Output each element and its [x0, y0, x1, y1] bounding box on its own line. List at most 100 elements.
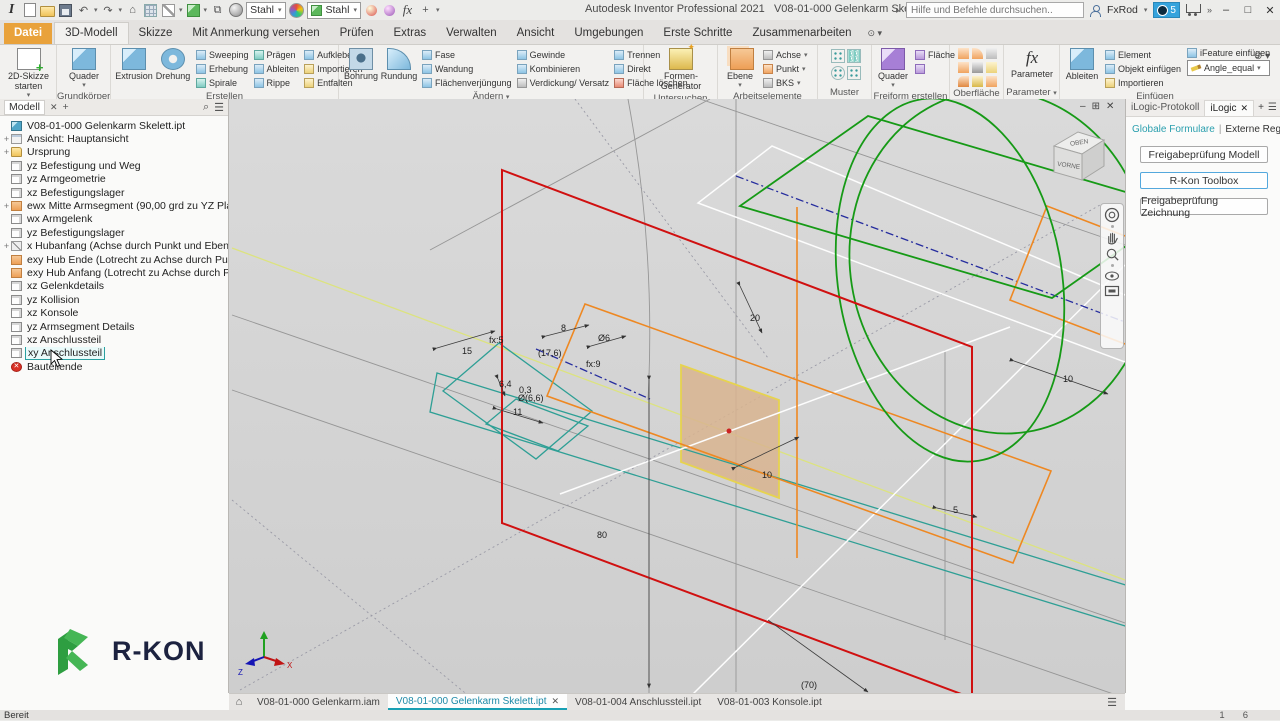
- tree-item[interactable]: xz Anschlussteil: [2, 333, 228, 346]
- sketch-pattern-icon[interactable]: [847, 66, 861, 80]
- appearance-dropdown[interactable]: Stahl▾: [307, 2, 361, 19]
- surface-tool-icon[interactable]: [972, 48, 983, 59]
- ribbon-tab[interactable]: Umgebungen: [564, 23, 653, 44]
- doc-minimize-icon[interactable]: –: [1080, 101, 1086, 112]
- ribbon-small-button[interactable]: Importieren: [1105, 76, 1181, 90]
- ilogic-form-button[interactable]: Freigabeprüfung Modell: [1140, 146, 1268, 163]
- ifeature-einfuegen-button[interactable]: iFeature einfügen: [1187, 48, 1270, 58]
- add-toolbar-button[interactable]: +: [418, 3, 433, 18]
- chevron-down-icon[interactable]: ▾: [436, 6, 440, 14]
- tab-list-menu-icon[interactable]: ☰: [1107, 696, 1117, 709]
- look-at-icon[interactable]: [1104, 285, 1120, 297]
- doc-restore-icon[interactable]: ⊞: [1092, 101, 1100, 112]
- ribbon-small-button[interactable]: Verdickung/ Versatz: [517, 76, 610, 90]
- document-tab[interactable]: V08-01-000 Gelenkarm Skelett.ipt ✕: [388, 694, 567, 710]
- ribbon-small-button[interactable]: Gewinde: [517, 48, 610, 62]
- new-file-button[interactable]: [22, 3, 37, 18]
- ribbon-tab[interactable]: Prüfen: [330, 23, 384, 44]
- app-store-cart-icon[interactable]: [1186, 4, 1201, 13]
- tree-item[interactable]: + Ursprung: [2, 146, 228, 159]
- ableiten-button[interactable]: Ableiten: [1063, 47, 1101, 82]
- extrusion-button[interactable]: Extrusion: [114, 47, 154, 82]
- ribbon-small-button[interactable]: Achse ▾: [763, 48, 808, 62]
- notification-badge[interactable]: 5: [1153, 2, 1180, 18]
- browser-tab-modell[interactable]: Modell: [4, 100, 45, 115]
- material-dropdown[interactable]: Stahl▾: [246, 2, 285, 19]
- primitive-tool-button[interactable]: [186, 3, 201, 18]
- chevron-down-icon[interactable]: ▾: [179, 6, 183, 14]
- ribbon-small-button[interactable]: Fläche: [915, 48, 955, 62]
- close-icon[interactable]: ✕: [50, 102, 58, 113]
- surface-tool-icon[interactable]: [958, 48, 969, 59]
- tree-item[interactable]: xz Befestigungslager: [2, 186, 228, 199]
- overflow-icon[interactable]: »: [1207, 5, 1212, 15]
- document-tab[interactable]: V08-01-003 Konsole.ipt ✕: [709, 694, 830, 710]
- bohrung-button[interactable]: Bohrung: [342, 47, 380, 82]
- doc-close-icon[interactable]: ✕: [1106, 101, 1114, 112]
- ribbon-tab[interactable]: Extras: [384, 23, 437, 44]
- menu-icon[interactable]: ☰: [214, 101, 224, 114]
- ribbon-small-button[interactable]: Wandung: [422, 62, 512, 76]
- tree-item[interactable]: wx Armgelenk: [2, 213, 228, 226]
- ribbon-small-button[interactable]: Spirale: [196, 76, 249, 90]
- ribbon-tab[interactable]: Ansicht: [507, 23, 565, 44]
- maximize-button[interactable]: □: [1240, 4, 1256, 16]
- expander-icon[interactable]: +: [2, 241, 11, 251]
- tree-item[interactable]: xz Konsole: [2, 306, 228, 319]
- redo-button[interactable]: ↷: [101, 3, 116, 18]
- parameters-fx-icon[interactable]: fx: [400, 3, 415, 18]
- chevron-down-icon[interactable]: ▾: [94, 6, 98, 14]
- chevron-down-icon[interactable]: ▾: [1144, 6, 1148, 14]
- navigation-wheel-icon[interactable]: [1104, 207, 1120, 223]
- rectangular-pattern-icon[interactable]: [831, 49, 845, 63]
- close-icon[interactable]: ✕: [1241, 103, 1249, 114]
- surface-tool-icon[interactable]: [972, 76, 983, 87]
- tree-item[interactable]: xz Gelenkdetails: [2, 280, 228, 293]
- ribbon-tab[interactable]: Datei: [4, 23, 52, 44]
- zoom-icon[interactable]: [1105, 247, 1120, 262]
- help-search-input[interactable]: [906, 2, 1084, 18]
- expander-icon[interactable]: +: [2, 201, 11, 211]
- ebene-button[interactable]: Ebene▾: [721, 47, 759, 90]
- ilogic-form-button[interactable]: R-Kon Toolbox: [1140, 172, 1268, 189]
- group-label[interactable]: Ändern ▾: [339, 90, 643, 99]
- save-button[interactable]: [58, 3, 73, 18]
- surface-tool-icon[interactable]: [986, 76, 997, 87]
- sketch-geometry[interactable]: X Z 15fx:58(17,6)Ø6fx:96,40,3Ø(6,6)11201…: [229, 99, 1125, 693]
- ribbon-small-button[interactable]: Fase: [422, 48, 512, 62]
- minimize-button[interactable]: –: [1218, 4, 1234, 16]
- tree-item[interactable]: + ewx Mitte Armsegment (90,00 grd zu YZ …: [2, 199, 228, 212]
- ribbon-tab[interactable]: Zusammenarbeiten: [742, 23, 861, 44]
- tree-item[interactable]: yz Armsegment Details: [2, 320, 228, 333]
- undo-button[interactable]: ↶: [76, 3, 91, 18]
- adjust-appearance-icon[interactable]: [382, 3, 397, 18]
- formen-generator-button[interactable]: Formen-Generator: [650, 47, 712, 92]
- add-panel-tab-button[interactable]: +: [1254, 102, 1268, 113]
- ribbon-tab[interactable]: Skizze: [129, 23, 183, 44]
- ribbon-small-button[interactable]: Punkt ▾: [763, 62, 808, 76]
- surface-tool-icon[interactable]: [958, 62, 969, 73]
- expander-icon[interactable]: +: [2, 134, 11, 144]
- ribbon-small-button[interactable]: Flächenverjüngung: [422, 76, 512, 90]
- group-label[interactable]: Parameter ▾: [1004, 86, 1059, 99]
- freiform-quader-button[interactable]: Quader▾: [875, 47, 911, 90]
- color-wheel-icon[interactable]: [289, 3, 304, 18]
- rundung-button[interactable]: Rundung: [380, 47, 418, 82]
- ilogic-form-button[interactable]: Freigabeprüfung Zeichnung: [1140, 198, 1268, 215]
- tree-item[interactable]: + Ansicht: Hauptansicht: [2, 132, 228, 145]
- ribbon-small-button[interactable]: Objekt einfügen: [1105, 62, 1181, 76]
- ifeature-dropdown[interactable]: Angle_equal ▾: [1187, 60, 1270, 76]
- ribbon-small-button[interactable]: Prägen: [254, 48, 300, 62]
- tree-item[interactable]: + x Hubanfang (Achse durch Punkt und Ebe…: [2, 240, 228, 253]
- tab-ilogic[interactable]: iLogic✕: [1204, 100, 1254, 116]
- menu-icon[interactable]: ☰: [1268, 102, 1280, 113]
- ribbon-tab[interactable]: Verwalten: [436, 23, 507, 44]
- document-tab[interactable]: V08-01-004 Anschlussteil.ipt ✕: [567, 694, 709, 710]
- quader-primitive-button[interactable]: Quader▾: [61, 47, 107, 90]
- pan-hand-icon[interactable]: [1105, 230, 1120, 245]
- parameter-button[interactable]: Parameter: [1008, 47, 1056, 80]
- ribbon-small-button[interactable]: Ableiten: [254, 62, 300, 76]
- user-name[interactable]: FxRod: [1107, 4, 1138, 16]
- ribbon-small-button[interactable]: Erhebung: [196, 62, 249, 76]
- tree-item[interactable]: yz Befestigung und Weg: [2, 159, 228, 172]
